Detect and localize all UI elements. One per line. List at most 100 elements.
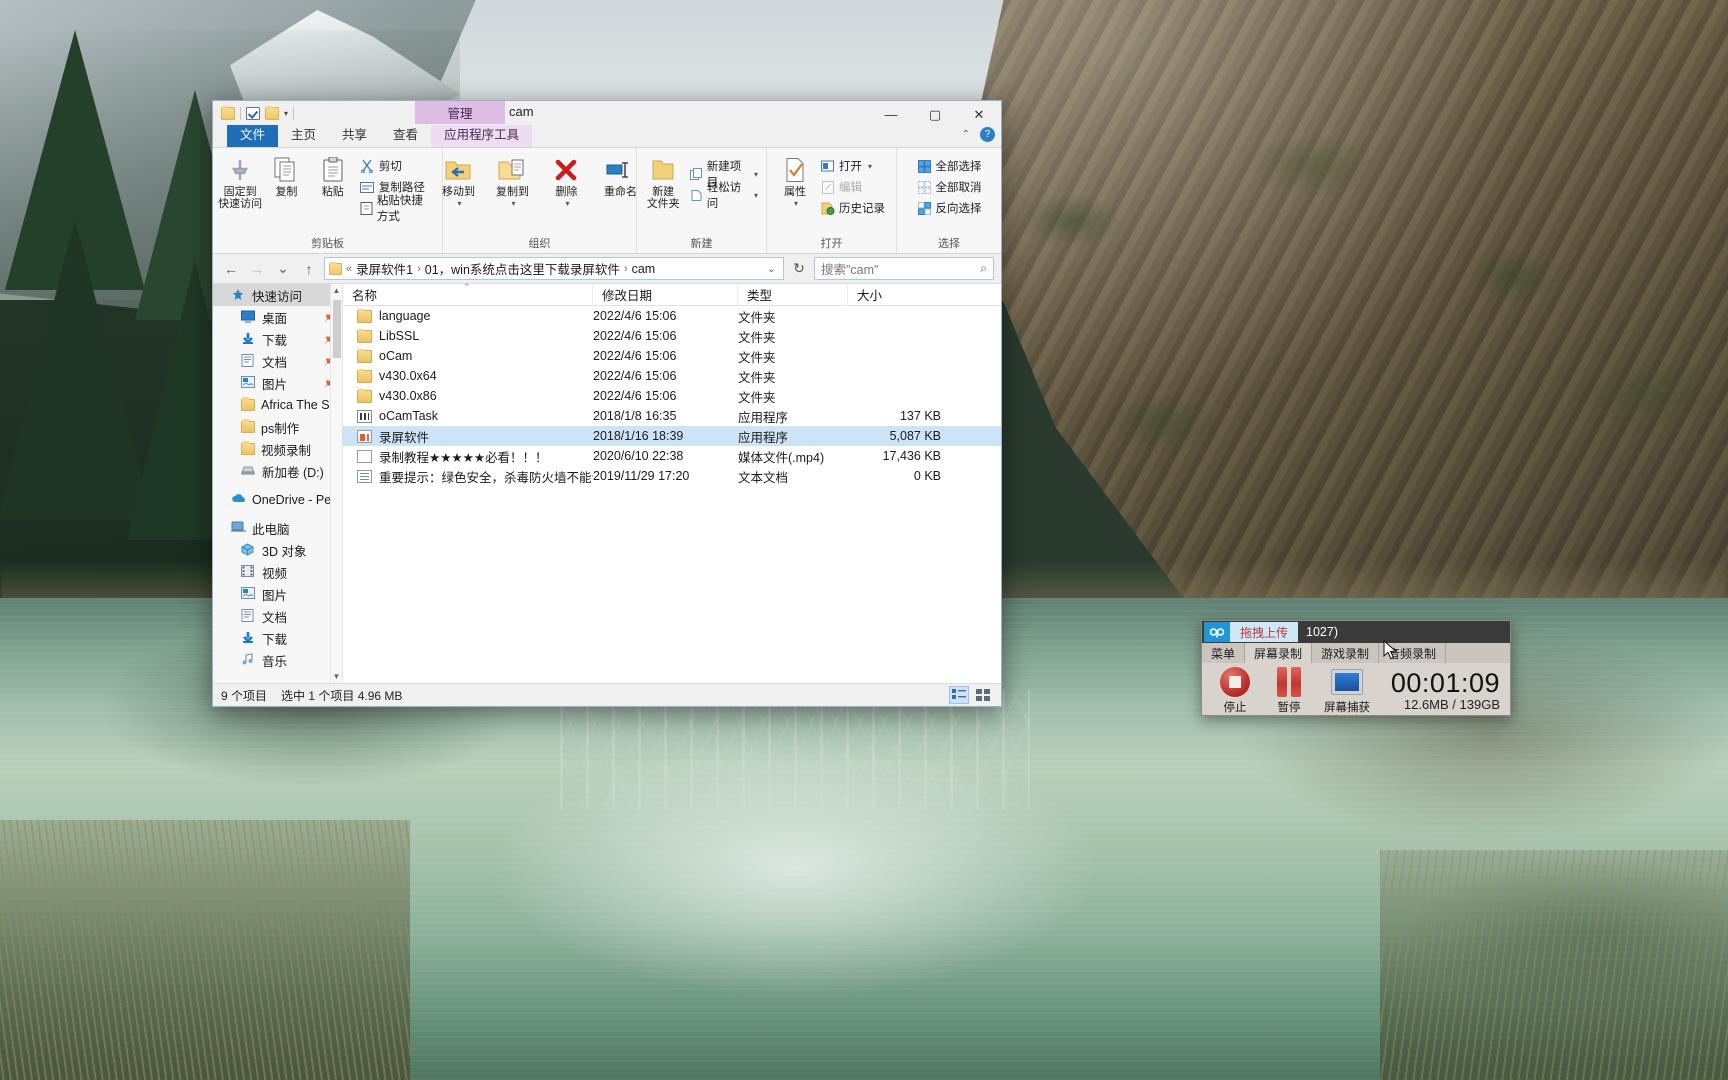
- ocam-screen-capture-button[interactable]: 屏幕捕获: [1316, 665, 1378, 715]
- ocam-recorder-window[interactable]: 拖拽上传 1027) 菜单 屏幕录制 游戏录制 音频录制 停止 暂停 屏幕捕获 …: [1201, 620, 1511, 716]
- sidebar-item-pictures[interactable]: 图片 📌: [213, 372, 342, 394]
- paste-shortcut-button[interactable]: 粘贴快捷方式: [357, 195, 437, 223]
- ocam-stop-button[interactable]: 停止: [1208, 665, 1262, 715]
- column-header-date[interactable]: 修改日期: [593, 283, 738, 306]
- chevron-down-icon[interactable]: ▾: [565, 198, 569, 210]
- help-icon[interactable]: ?: [980, 127, 995, 142]
- view-buttons[interactable]: [949, 686, 993, 704]
- sidebar-item-ps-zhizuo[interactable]: ps制作: [213, 416, 342, 438]
- copy-to-button[interactable]: 复制到 ▾: [486, 151, 538, 210]
- scroll-up-icon[interactable]: ▲: [331, 284, 342, 297]
- sidebar-item-documents[interactable]: 文档 📌: [213, 350, 342, 372]
- search-input[interactable]: 搜索"cam" ⌕: [814, 257, 994, 280]
- chevron-down-icon[interactable]: ▾: [511, 198, 515, 210]
- up-button[interactable]: ↑: [298, 258, 320, 280]
- back-button[interactable]: ←: [220, 258, 242, 280]
- customize-caret-icon[interactable]: ▾: [284, 109, 288, 118]
- history-button[interactable]: 历史记录: [817, 199, 888, 217]
- file-rows[interactable]: language 2022/4/6 15:06 文件夹 LibSSL 2022/…: [343, 306, 1001, 683]
- window-controls[interactable]: — ▢ ✕: [869, 101, 1001, 128]
- collapse-ribbon-icon[interactable]: ⌃: [962, 129, 970, 140]
- navigation-pane[interactable]: 快速访问 桌面 📌 下载 📌 文档: [213, 284, 343, 683]
- tab-file[interactable]: 文件: [227, 125, 279, 147]
- details-view-icon[interactable]: [949, 686, 969, 704]
- sidebar-item-africa-the-sere[interactable]: Africa The Sere: [213, 394, 342, 416]
- tab-application-tools[interactable]: 应用程序工具: [431, 125, 533, 147]
- tab-home[interactable]: 主页: [278, 125, 329, 147]
- ocam-tab-strip[interactable]: 菜单 屏幕录制 游戏录制 音频录制: [1202, 643, 1510, 663]
- sidebar-item-documents-pc[interactable]: 文档: [213, 605, 342, 627]
- maximize-button[interactable]: ▢: [913, 101, 957, 128]
- move-to-button[interactable]: 移动到 ▾: [432, 151, 484, 210]
- breadcrumb-item-0[interactable]: 录屏软件1: [356, 259, 413, 278]
- sidebar-item-new-volume-d[interactable]: 新加卷 (D:): [213, 460, 342, 482]
- table-row[interactable]: v430.0x64 2022/4/6 15:06 文件夹: [343, 366, 1001, 386]
- minimize-button[interactable]: —: [869, 101, 913, 128]
- sidebar-item-pictures-pc[interactable]: 图片: [213, 583, 342, 605]
- table-row[interactable]: 录屏软件 2018/1/16 18:39 应用程序 5,087 KB: [343, 426, 1001, 446]
- chevron-down-icon[interactable]: ▾: [794, 198, 798, 210]
- sidebar-item-desktop[interactable]: 桌面 📌: [213, 306, 342, 328]
- sidebar-item-downloads-pc[interactable]: 下载: [213, 627, 342, 649]
- chevron-down-icon[interactable]: ▾: [754, 191, 758, 200]
- properties-button[interactable]: 属性 ▾: [775, 151, 815, 210]
- properties-checkbox-icon[interactable]: [246, 106, 260, 120]
- close-button[interactable]: ✕: [957, 101, 1001, 128]
- table-row[interactable]: LibSSL 2022/4/6 15:06 文件夹: [343, 326, 1001, 346]
- sidebar-item-video-recording[interactable]: 视频录制: [213, 438, 342, 460]
- quick-access-toolbar[interactable]: ▾ 管理 cam — ▢ ✕: [213, 101, 1001, 125]
- navigation-scrollbar[interactable]: ▲ ▼: [330, 284, 342, 683]
- new-folder-button[interactable]: 新建 文件夹: [642, 151, 684, 210]
- table-row[interactable]: oCamTask 2018/1/8 16:35 应用程序 137 KB: [343, 406, 1001, 426]
- ocam-tab-screen-record[interactable]: 屏幕录制: [1245, 643, 1313, 663]
- paste-button[interactable]: 粘贴: [311, 151, 355, 198]
- ocam-tab-game-record[interactable]: 游戏录制: [1312, 643, 1380, 663]
- forward-button[interactable]: →: [246, 258, 268, 280]
- select-all-button[interactable]: 全部选择: [914, 157, 985, 175]
- breadcrumb-item-2[interactable]: cam: [632, 262, 656, 276]
- ocam-titlebar[interactable]: 拖拽上传 1027): [1202, 621, 1510, 643]
- chevron-down-icon[interactable]: ▾: [868, 162, 872, 171]
- ocam-tab-menu[interactable]: 菜单: [1202, 643, 1246, 663]
- pin-to-quick-access-button[interactable]: 固定到 快速访问: [218, 151, 262, 210]
- address-bar[interactable]: ← → ⌄ ↑ « 录屏软件1 › 01，win系统点击这里下载录屏软件 › c…: [213, 254, 1001, 284]
- sidebar-item-videos[interactable]: 视频: [213, 561, 342, 583]
- refresh-button[interactable]: ↻: [788, 258, 810, 280]
- large-icons-view-icon[interactable]: [973, 686, 993, 704]
- address-dropdown-icon[interactable]: ⌄: [767, 262, 776, 275]
- cut-button[interactable]: 剪切: [357, 157, 437, 175]
- scrollbar-thumb[interactable]: [333, 300, 341, 358]
- folder-icon[interactable]: [221, 105, 235, 120]
- table-row[interactable]: language 2022/4/6 15:06 文件夹: [343, 306, 1001, 326]
- easy-access-button[interactable]: 轻松访问 ▾: [686, 182, 761, 210]
- sidebar-item-3d-objects[interactable]: 3D 对象: [213, 539, 342, 561]
- ocam-pause-button[interactable]: 暂停: [1262, 665, 1316, 715]
- ribbon-tab-strip[interactable]: 文件 主页 共享 查看 应用程序工具 ⌃ ?: [213, 125, 1001, 148]
- sidebar-item-quick-access[interactable]: 快速访问: [213, 284, 342, 306]
- new-folder-icon[interactable]: [265, 105, 279, 120]
- file-list-pane[interactable]: 名称 修改日期 类型 大小 ⌃ language 2022/4/6 15:06 …: [343, 282, 1001, 683]
- table-row[interactable]: 重要提示：绿色安全，杀毒防火墙不能识... 2019/11/29 17:20 文…: [343, 466, 1001, 486]
- ribbon[interactable]: 固定到 快速访问 复制 粘贴 剪切 复制路径 粘贴快捷方式 剪贴板 移动到 ▾ …: [213, 148, 1001, 254]
- breadcrumb[interactable]: « 录屏软件1 › 01，win系统点击这里下载录屏软件 › cam ⌄: [324, 257, 784, 280]
- tab-view[interactable]: 查看: [380, 125, 431, 147]
- chevron-down-icon[interactable]: ▾: [457, 198, 461, 210]
- table-row[interactable]: oCam 2022/4/6 15:06 文件夹: [343, 346, 1001, 366]
- search-icon[interactable]: ⌕: [980, 261, 987, 276]
- contextual-tab-header[interactable]: 管理: [415, 101, 505, 124]
- file-explorer-window[interactable]: ▾ 管理 cam — ▢ ✕ 文件 主页 共享 查看 应用程序工具 ⌃ ? 固定…: [212, 100, 1002, 707]
- breadcrumb-item-1[interactable]: 01，win系统点击这里下载录屏软件: [425, 259, 620, 278]
- drag-upload-button[interactable]: 拖拽上传: [1230, 622, 1299, 642]
- sidebar-item-downloads[interactable]: 下载 📌: [213, 328, 342, 350]
- select-none-button[interactable]: 全部取消: [914, 178, 985, 196]
- column-header-type[interactable]: 类型: [738, 283, 848, 306]
- column-header-size[interactable]: 大小: [848, 284, 948, 306]
- copy-button[interactable]: 复制: [264, 151, 308, 198]
- open-button[interactable]: 打开 ▾: [817, 157, 888, 175]
- invert-selection-button[interactable]: 反向选择: [914, 199, 985, 217]
- scroll-down-icon[interactable]: ▼: [331, 670, 342, 683]
- ocam-controls[interactable]: 停止 暂停 屏幕捕获 00:01:09 12.6MB / 139GB: [1202, 663, 1510, 715]
- table-row[interactable]: 录制教程★★★★★必看！！！ 2020/6/10 22:38 媒体文件(.mp4…: [343, 446, 1001, 466]
- sidebar-item-this-pc[interactable]: 此电脑: [213, 517, 342, 539]
- delete-button[interactable]: 删除 ▾: [540, 151, 592, 210]
